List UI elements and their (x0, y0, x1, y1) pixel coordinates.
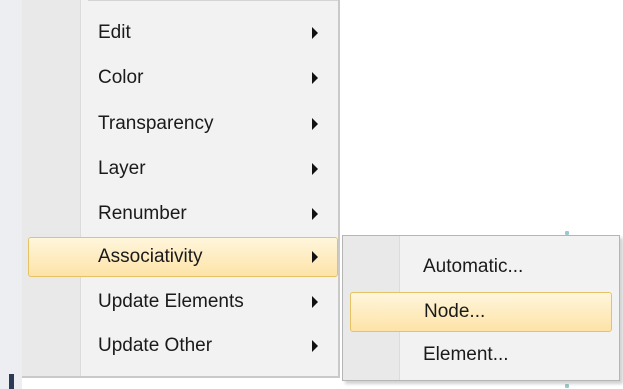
submenu-arrow-icon (312, 118, 318, 130)
menu-item-update-elements[interactable]: Update Elements (22, 282, 336, 322)
submenu-arrow-icon (312, 340, 318, 352)
submenu-arrow-icon (312, 163, 318, 175)
submenu-arrow-icon (312, 72, 318, 84)
menu-item-label: Associativity (98, 246, 203, 267)
submenu-arrow-icon (312, 296, 318, 308)
background-window-accent (9, 374, 14, 389)
menu-item-renumber[interactable]: Renumber (22, 194, 336, 234)
menu-item-label: Layer (98, 158, 146, 179)
submenu-item-label: Automatic... (423, 256, 524, 277)
menu-item-color[interactable]: Color (22, 58, 336, 98)
menu-item-edit[interactable]: Edit (22, 13, 336, 53)
background-window-edge (0, 0, 22, 389)
menu-item-associativity[interactable]: Associativity (28, 237, 338, 277)
menu-item-transparency[interactable]: Transparency (22, 104, 336, 144)
submenu-arrow-icon (312, 27, 318, 39)
background-canvas-mark (565, 384, 569, 388)
submenu-item-label: Element... (423, 344, 509, 365)
menu-item-layer[interactable]: Layer (22, 149, 336, 189)
context-menu: Edit Color Transparency Layer Renumber A… (22, 0, 340, 378)
submenu-item-element[interactable]: Element... (343, 335, 619, 375)
menu-item-label: Renumber (98, 203, 187, 224)
menu-item-label: Update Other (98, 335, 213, 356)
associativity-submenu: Automatic... Node... Element... (342, 235, 620, 381)
menu-item-label: Color (98, 67, 144, 88)
submenu-arrow-icon (312, 251, 318, 263)
submenu-arrow-icon (312, 208, 318, 220)
menu-item-update-other[interactable]: Update Other (22, 326, 336, 366)
submenu-item-automatic[interactable]: Automatic... (343, 247, 619, 287)
menu-item-label: Transparency (98, 113, 214, 134)
submenu-item-node[interactable]: Node... (350, 292, 612, 332)
menu-item-label: Update Elements (98, 291, 244, 312)
menu-separator (88, 0, 338, 1)
submenu-item-label: Node... (424, 301, 486, 322)
menu-item-label: Edit (98, 22, 131, 43)
